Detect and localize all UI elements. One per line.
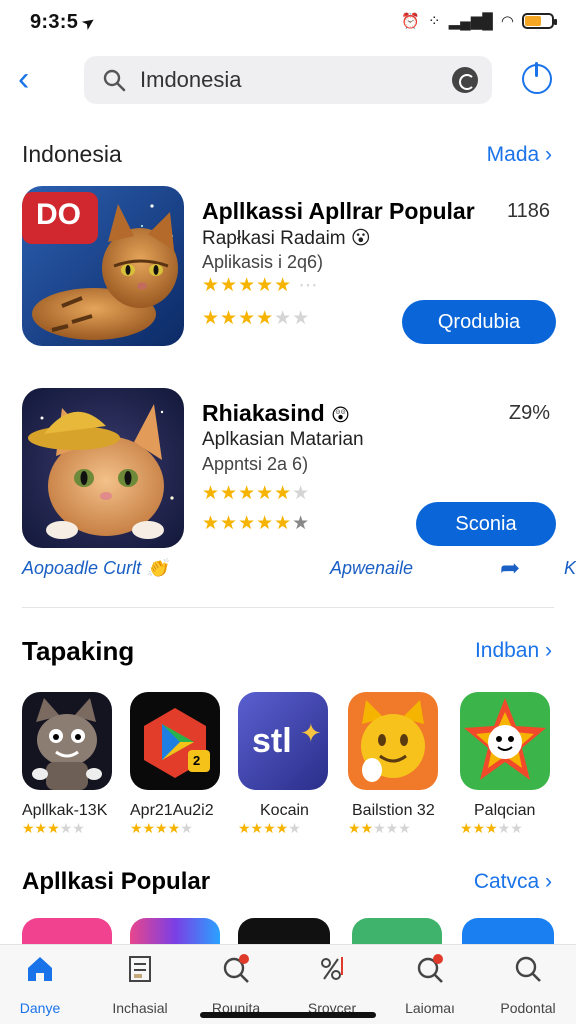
promo-link-right[interactable]: K <box>564 558 576 579</box>
app-icon-star-face[interactable] <box>460 692 550 790</box>
divider <box>22 607 554 608</box>
cat-hat-illustration <box>22 388 184 548</box>
section-title-popular: Apllkasi Popular <box>22 868 211 895</box>
tab-today[interactable]: Danye <box>0 953 86 1016</box>
tab-label: Danye <box>19 1000 61 1016</box>
section-title-indonesia: Indonesia <box>22 141 122 167</box>
app-subtitle: Rapłkasi Radaim 😮 <box>202 228 371 249</box>
app-strip: Apllkak-13K ★★★★★ 2 Apr21Au2i2 ★★★★★ stl… <box>22 692 576 842</box>
app-title: Rhiakasind 😲 <box>202 400 350 426</box>
status-time: 9:3:5➤ <box>30 11 100 35</box>
emoji-icon: 😲 <box>331 405 350 425</box>
strip-app-name: Palqcian <box>474 802 536 819</box>
search-icon <box>103 69 126 92</box>
tab-srovcer[interactable]: Srovcer <box>286 953 378 1016</box>
strip-app-tile[interactable]: 2 Apr21Au2i2 ★★★★★ <box>130 692 222 837</box>
get-button[interactable]: Sconia <box>416 502 556 546</box>
location-arrow-icon: ➤ <box>78 12 100 35</box>
app-subtitle: Aplkasian Matarian <box>202 429 364 450</box>
app-icon-play[interactable]: 2 <box>130 692 220 790</box>
strip-app-tile[interactable]: Palqcian ★★★★★ <box>460 692 552 837</box>
search-bar[interactable] <box>84 56 492 104</box>
search-icon <box>515 956 541 982</box>
promo-link-left[interactable]: Aopoadle Curlt 👏 <box>22 558 169 579</box>
app-badge-count: 2 <box>193 753 201 768</box>
strip-app-stars: ★★★★★ <box>238 820 301 836</box>
app-meta: Z9% <box>508 402 550 424</box>
tab-rounita[interactable]: Rounita <box>190 953 282 1016</box>
tab-inchasial[interactable]: Inchasial <box>94 953 186 1016</box>
section-title-ranking: Tapaking <box>22 636 135 666</box>
strip-app-stars: ★★★★★ <box>130 820 193 836</box>
tab-label: Laiomaı <box>405 1000 455 1016</box>
app-icon-cat-do[interactable]: DO <box>22 186 184 346</box>
alarm-icon: ⏰ <box>401 13 420 30</box>
emoji-icon: 😮 <box>350 228 371 249</box>
home-icon <box>28 957 52 981</box>
battery-icon <box>522 13 557 29</box>
app-logo-text: stl <box>252 722 292 760</box>
clap-emoji-icon: 👏 <box>146 558 169 578</box>
featured-app-row[interactable]: Rhiakasind 😲 Z9% Aplkasian Matarian Appn… <box>22 388 556 548</box>
share-arrow-icon[interactable]: ➦ <box>500 554 520 583</box>
app-meta: 1186 <box>506 200 550 222</box>
home-indicator[interactable] <box>200 1012 376 1018</box>
rating-stars: ★★★★★ ⋯ <box>202 275 319 296</box>
strip-app-name: Bailstion 32 <box>352 802 435 819</box>
featured-app-row[interactable]: DO Apllkassi Apllrar Popular 1186 Rapłka… <box>22 186 556 346</box>
status-icons: ⏰ ⁘ ▂▄▆█ ◠ <box>401 12 557 30</box>
rating-stars-secondary: ★★★★★★ <box>202 308 311 329</box>
strip-app-name: Apllkak-13K <box>22 802 108 819</box>
rating-stars: ★★★★★★ <box>202 483 311 504</box>
wifi-icon: ◠ <box>500 13 514 30</box>
strip-app-tile[interactable]: stl ✦ Kocain ★★★★★ <box>238 692 330 837</box>
sparkle-icon: ✦ <box>300 718 322 748</box>
document-icon <box>129 956 151 982</box>
strip-app-tile[interactable]: Apllkak-13K ★★★★★ <box>22 692 114 837</box>
app-icon-gray-cat[interactable] <box>22 692 112 790</box>
get-button[interactable]: Qrodubia <box>402 300 556 344</box>
tab-label: Podontal <box>500 1000 556 1016</box>
section-link-more[interactable]: Mada › <box>487 143 552 167</box>
strip-app-name: Apr21Au2i2 <box>130 802 214 819</box>
rating-stars-secondary: ★★★★★★ <box>202 513 311 534</box>
app-icon-cat-hat[interactable] <box>22 388 184 548</box>
app-icon-badge: DO <box>36 198 81 231</box>
search-input[interactable] <box>140 64 440 96</box>
clear-search-icon[interactable] <box>452 67 478 93</box>
section-link-more[interactable]: Indban › <box>475 639 552 663</box>
power-icon[interactable] <box>522 62 552 94</box>
search-badge-icon <box>417 954 443 983</box>
strip-app-stars: ★★★★★ <box>22 820 85 836</box>
cell-signal-icon: ▂▄▆█ <box>448 13 493 30</box>
percent-icon <box>321 957 343 980</box>
strip-app-stars: ★★★★★ <box>460 820 523 836</box>
app-title: Apllkassi Apllrar Popular <box>202 198 475 224</box>
signal-dots-icon: ⁘ <box>428 13 441 30</box>
strip-app-name: Kocain <box>260 802 309 819</box>
tab-label: Inchasial <box>112 1000 168 1016</box>
back-chevron-icon[interactable]: ‹ <box>18 62 46 96</box>
strip-app-tile[interactable]: Bailstion 32 ★★★★★ <box>348 692 440 837</box>
app-icon-stl[interactable]: stl ✦ <box>238 692 328 790</box>
status-bar: 9:3:5➤ ⏰ ⁘ ▂▄▆█ ◠ <box>0 0 576 44</box>
app-subtitle-2: Appntsi 2a 6) <box>202 454 309 474</box>
search-badge-icon <box>223 954 249 983</box>
app-subtitle-2: Aplikasis i 2q6) <box>202 252 324 272</box>
tab-laiomai[interactable]: Laiomaı <box>384 953 476 1016</box>
tab-podontal[interactable]: Podontal <box>482 953 574 1016</box>
app-icon-yellow-fox[interactable] <box>348 692 438 790</box>
promo-link-center[interactable]: Apwenaile <box>330 558 413 579</box>
section-link-more[interactable]: Catvca › <box>474 870 552 894</box>
strip-app-stars: ★★★★★ <box>348 820 411 836</box>
